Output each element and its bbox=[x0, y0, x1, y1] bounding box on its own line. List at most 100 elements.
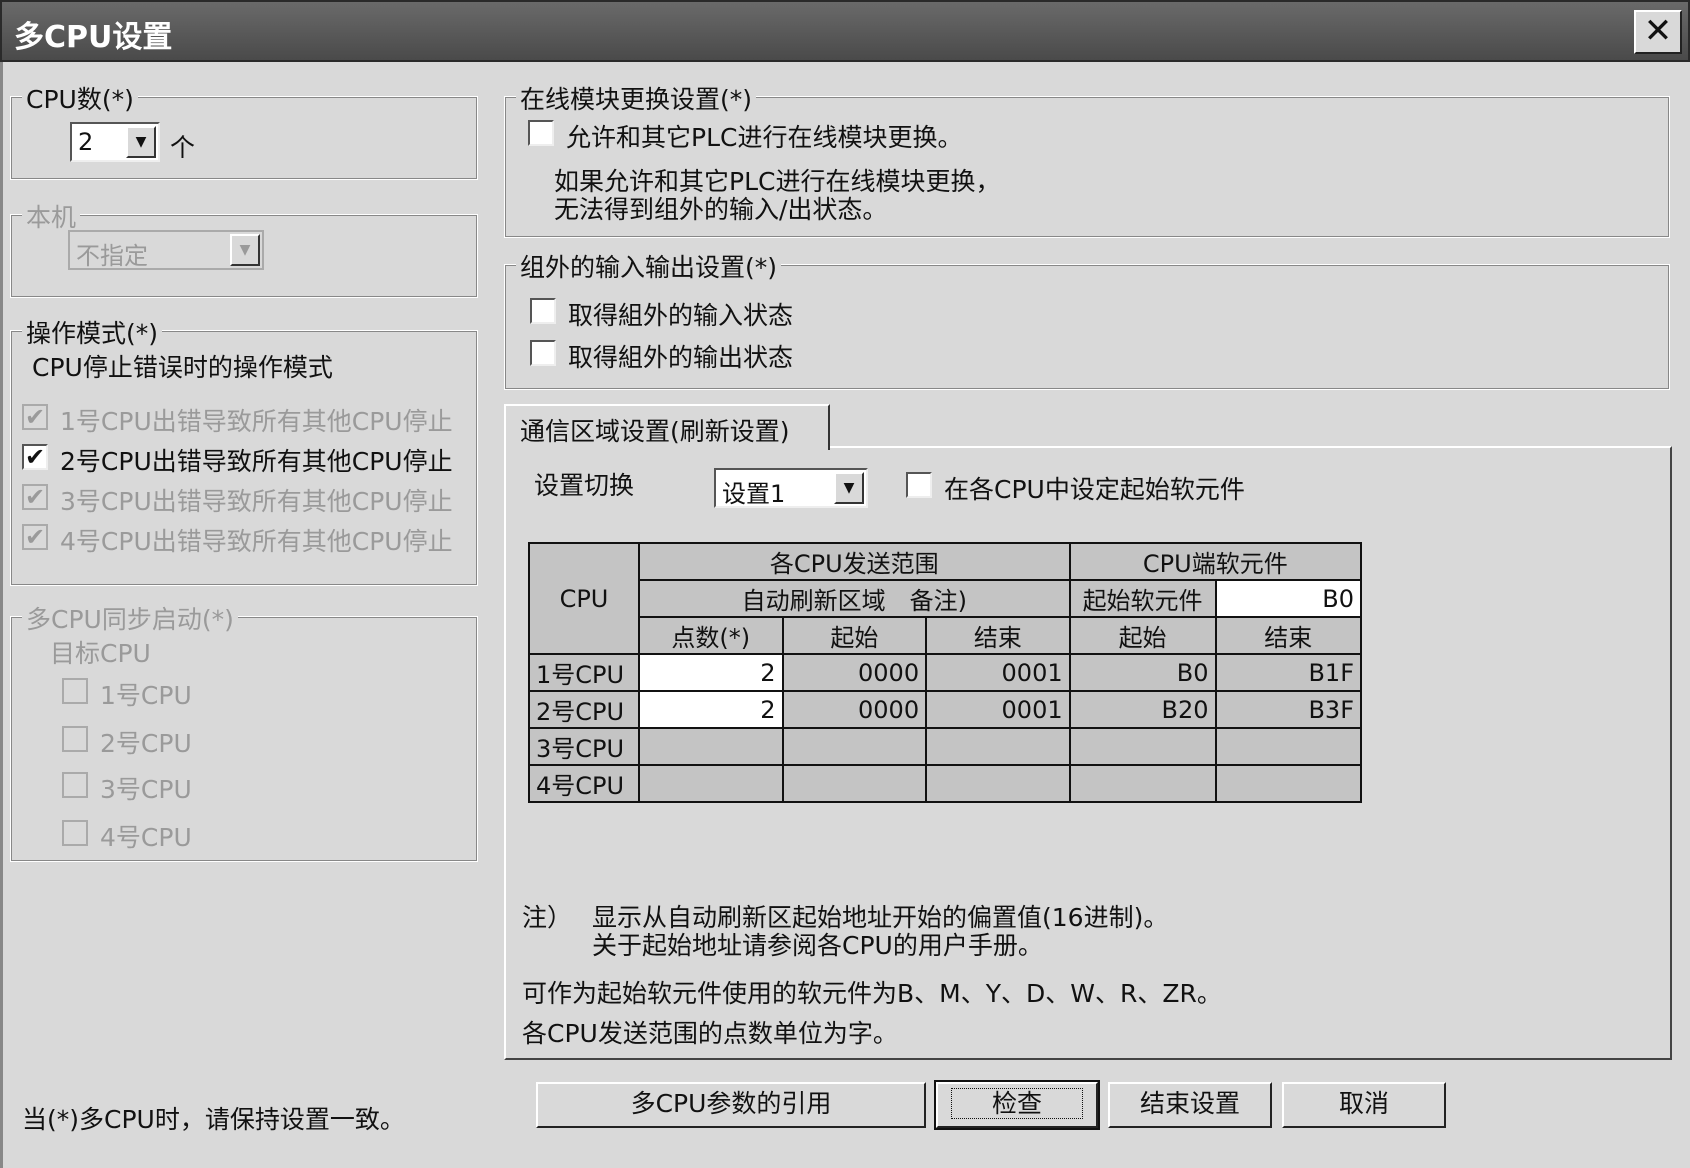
op-mode-label-3: 3号CPU出错导致所有其他CPU停止 bbox=[60, 487, 453, 516]
io-output-label: 取得組外的输出状态 bbox=[568, 343, 794, 372]
row-dev-start: B0 bbox=[1068, 653, 1217, 692]
cpu-count-value: 2 bbox=[78, 128, 94, 156]
note-line-2: 关于起始地址请参阅各CPU的用户手册。 bbox=[592, 931, 1043, 960]
local-legend: 本机 bbox=[22, 198, 81, 234]
op-mode-check-2[interactable]: ✔ bbox=[22, 444, 48, 470]
tab-comm-settings[interactable]: 通信区域设置(刷新设置) bbox=[504, 404, 830, 450]
finish-label: 结束设置 bbox=[1139, 1089, 1240, 1118]
row-end: 0001 bbox=[925, 690, 1071, 729]
tab-comm-label: 通信区域设置(刷新设置) bbox=[520, 417, 790, 446]
h-end: 结束 bbox=[925, 616, 1071, 655]
close-button[interactable]: ✕ bbox=[1634, 10, 1682, 54]
row-dev-end bbox=[1214, 727, 1363, 766]
row-end bbox=[925, 764, 1071, 803]
row-cpu: 1号CPU bbox=[528, 653, 640, 692]
title-bar: 多CPU设置 ✕ bbox=[0, 0, 1690, 62]
h-cpu-device: CPU端软元件 bbox=[1068, 542, 1363, 581]
close-icon: ✕ bbox=[1643, 11, 1673, 51]
h-start-device: 起始软元件 bbox=[1068, 579, 1217, 618]
note-line-3: 可作为起始软元件使用的软元件为B、M、Y、D、W、R、ZR。 bbox=[522, 979, 1222, 1008]
cancel-button[interactable]: 取消 bbox=[1282, 1082, 1446, 1128]
import-params-button[interactable]: 多CPU参数的引用 bbox=[536, 1082, 926, 1128]
h-send-range: 各CPU发送范围 bbox=[637, 542, 1071, 581]
cpu-count-select[interactable]: 2 ▼ bbox=[70, 122, 160, 162]
h-auto-area: 自动刷新区域 备注) bbox=[637, 579, 1071, 618]
row-cpu: 4号CPU bbox=[528, 764, 640, 803]
row-cpu: 3号CPU bbox=[528, 727, 640, 766]
row-dev-end: B1F bbox=[1214, 653, 1363, 692]
row-points-input[interactable]: 2 bbox=[637, 690, 784, 729]
online-replace-legend: 在线模块更换设置(*) bbox=[516, 80, 757, 116]
op-mode-check-1: ✔ bbox=[22, 404, 48, 430]
switch-label: 设置切换 bbox=[534, 471, 635, 500]
chevron-down-icon: ▼ bbox=[230, 234, 260, 266]
row-points-input bbox=[637, 727, 784, 766]
op-mode-label-2: 2号CPU出错导致所有其他CPU停止 bbox=[60, 447, 453, 476]
row-cpu: 2号CPU bbox=[528, 690, 640, 729]
online-replace-label: 允许和其它PLC进行在线模块更换。 bbox=[566, 123, 963, 152]
note-line-4: 各CPU发送范围的点数单位为字。 bbox=[522, 1019, 898, 1048]
cpu-count-legend: CPU数(*) bbox=[22, 80, 138, 116]
sync-check-2 bbox=[62, 726, 88, 752]
chevron-down-icon[interactable]: ▼ bbox=[834, 472, 864, 504]
cpu-count-unit: 个 bbox=[170, 133, 196, 162]
op-mode-label-4: 4号CPU出错导致所有其他CPU停止 bbox=[60, 527, 453, 556]
refresh-table: CPU 各CPU发送范围 CPU端软元件 自动刷新区域 备注) 起始软元件 B0… bbox=[528, 542, 1363, 803]
start-device-input[interactable]: B0 bbox=[1214, 579, 1363, 618]
h-cpu: CPU bbox=[528, 542, 640, 655]
switch-value: 设置1 bbox=[722, 480, 786, 508]
op-mode-subtitle: CPU停止错误时的操作模式 bbox=[32, 353, 333, 382]
start-device-checkbox[interactable] bbox=[906, 472, 932, 498]
io-input-checkbox[interactable] bbox=[530, 298, 556, 324]
table-row: 1号CPU 2 0000 0001 B0 B1F bbox=[528, 653, 1363, 692]
op-mode-check-3: ✔ bbox=[22, 484, 48, 510]
row-dev-end: B3F bbox=[1214, 690, 1363, 729]
op-mode-check-4: ✔ bbox=[22, 524, 48, 550]
check-button[interactable]: 检查 bbox=[934, 1080, 1100, 1130]
note-label: 注） bbox=[522, 903, 573, 932]
window-title: 多CPU设置 bbox=[14, 20, 173, 55]
row-end bbox=[925, 727, 1071, 766]
row-dev-start bbox=[1068, 727, 1217, 766]
online-replace-checkbox[interactable] bbox=[528, 120, 554, 146]
footer-note: 当(*)多CPU时，请保持设置一致。 bbox=[22, 1105, 405, 1134]
table-row: 2号CPU 2 0000 0001 B20 B3F bbox=[528, 690, 1363, 729]
import-params-label: 多CPU参数的引用 bbox=[630, 1089, 832, 1118]
row-dev-end bbox=[1214, 764, 1363, 803]
io-output-checkbox[interactable] bbox=[530, 340, 556, 366]
row-points-input bbox=[637, 764, 784, 803]
row-start: 0000 bbox=[781, 653, 928, 692]
table-row: 4号CPU bbox=[528, 764, 1363, 803]
cancel-label: 取消 bbox=[1338, 1089, 1389, 1118]
sync-label-3: 3号CPU bbox=[100, 775, 192, 804]
finish-button[interactable]: 结束设置 bbox=[1108, 1082, 1272, 1128]
sync-check-3 bbox=[62, 772, 88, 798]
h-start: 起始 bbox=[781, 616, 928, 655]
switch-select[interactable]: 设置1 ▼ bbox=[714, 468, 868, 508]
sync-label-4: 4号CPU bbox=[100, 823, 192, 852]
h-dev-start: 起始 bbox=[1068, 616, 1217, 655]
h-dev-end: 结束 bbox=[1214, 616, 1363, 655]
op-mode-legend: 操作模式(*) bbox=[22, 314, 163, 350]
sync-start-subtitle: 目标CPU bbox=[50, 639, 151, 668]
check-label: 检查 bbox=[950, 1088, 1083, 1119]
row-dev-start: B20 bbox=[1068, 690, 1217, 729]
row-end: 0001 bbox=[925, 653, 1071, 692]
op-mode-label-1: 1号CPU出错导致所有其他CPU停止 bbox=[60, 407, 453, 436]
row-start bbox=[781, 727, 928, 766]
sync-label-1: 1号CPU bbox=[100, 681, 192, 710]
row-points-input[interactable]: 2 bbox=[637, 653, 784, 692]
chevron-down-icon[interactable]: ▼ bbox=[126, 126, 156, 158]
sync-label-2: 2号CPU bbox=[100, 729, 192, 758]
sync-check-1 bbox=[62, 678, 88, 704]
table-row: 3号CPU bbox=[528, 727, 1363, 766]
row-dev-start bbox=[1068, 764, 1217, 803]
local-value: 不指定 bbox=[76, 242, 148, 270]
row-start: 0000 bbox=[781, 690, 928, 729]
io-outside-legend: 组外的输入输出设置(*) bbox=[516, 248, 782, 284]
local-select: 不指定 ▼ bbox=[68, 230, 264, 270]
h-points: 点数(*) bbox=[637, 616, 784, 655]
row-start bbox=[781, 764, 928, 803]
sync-start-legend: 多CPU同步启动(*) bbox=[22, 600, 238, 636]
start-device-label: 在各CPU中设定起始软元件 bbox=[944, 475, 1245, 504]
